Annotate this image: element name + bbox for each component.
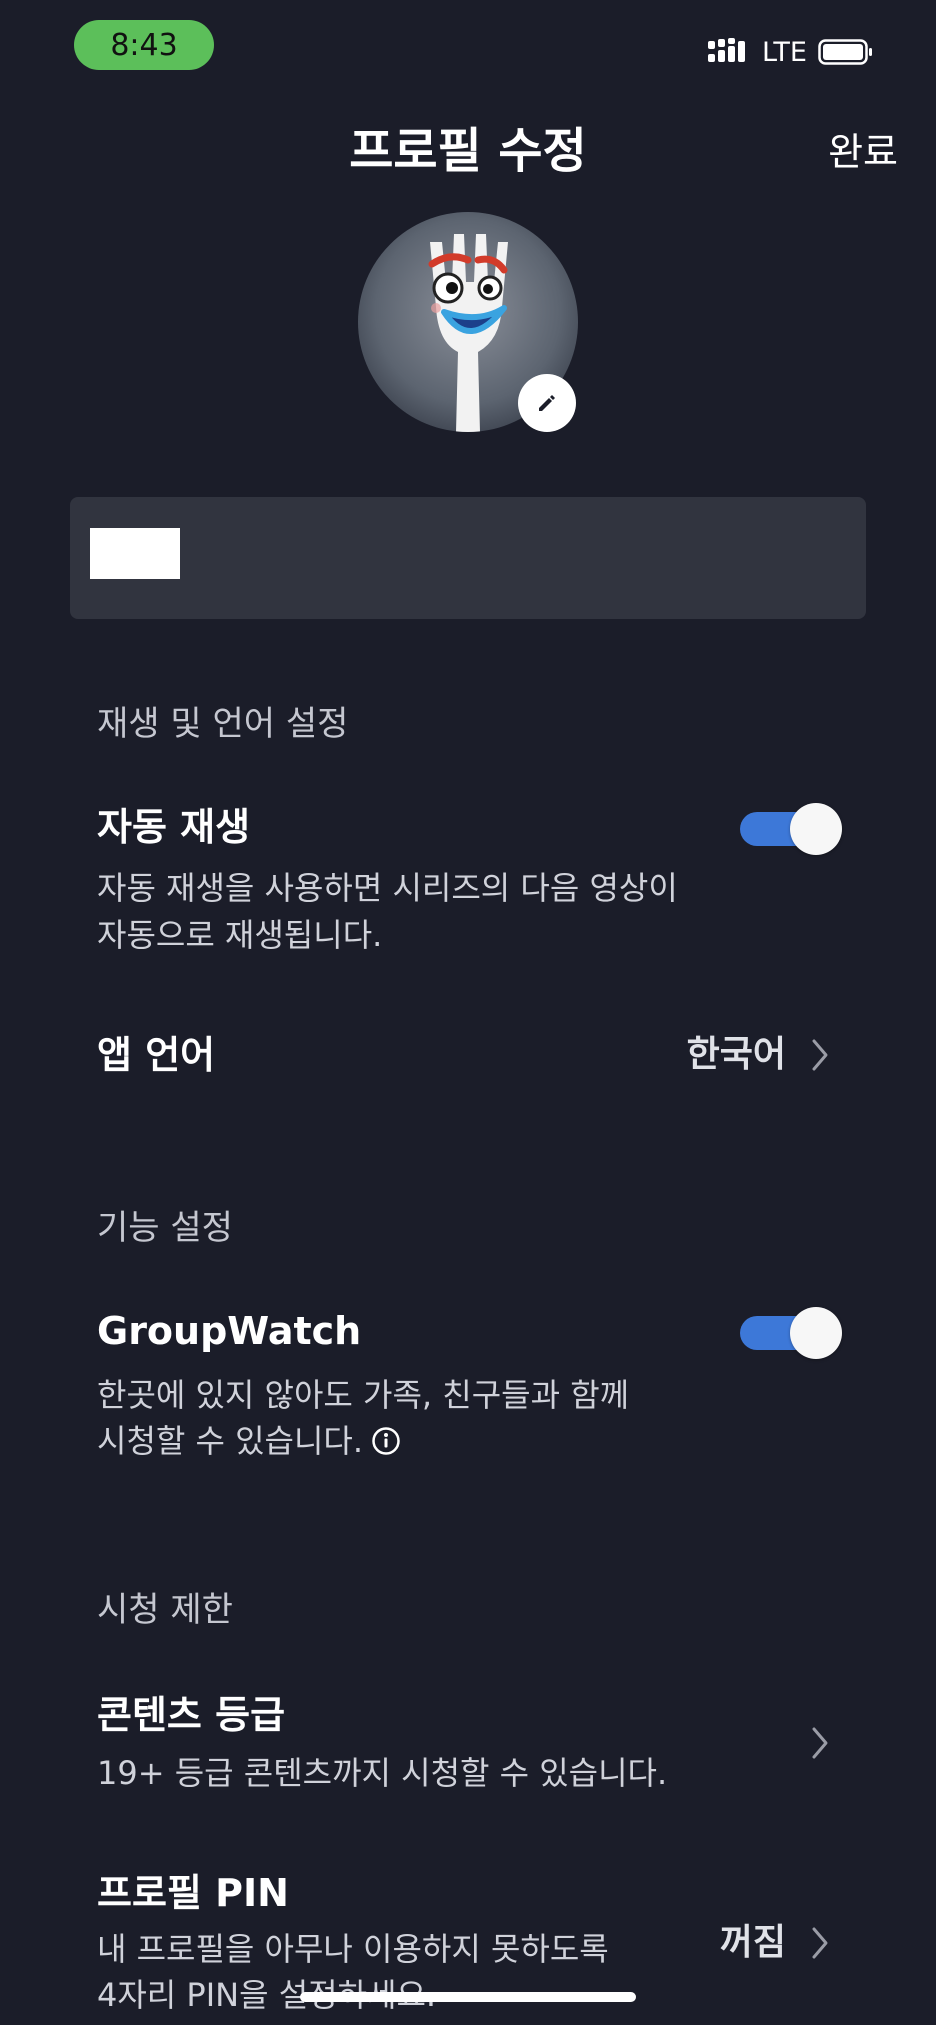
chevron-right-icon <box>812 1727 828 1759</box>
info-icon[interactable] <box>371 1426 401 1456</box>
edit-avatar-button[interactable] <box>518 374 576 432</box>
signal-icon <box>708 38 745 62</box>
profile-pin-description-line1: 내 프로필을 아무나 이용하지 못하도록 <box>97 1930 609 1968</box>
profile-pin-value: 꺼짐 <box>719 1922 786 1963</box>
done-button[interactable]: 완료 <box>828 126 898 178</box>
home-indicator[interactable] <box>300 1992 636 2002</box>
profile-pin-title: 프로필 PIN <box>97 1871 289 1915</box>
groupwatch-description-line2: 시청할 수 있습니다. <box>97 1422 364 1460</box>
profile-name-value <box>90 528 180 579</box>
app-language-value: 한국어 <box>686 1034 786 1075</box>
status-time: 8:43 <box>74 20 214 70</box>
groupwatch-description-line1: 한곳에 있지 않아도 가족, 친구들과 함께 <box>97 1376 630 1414</box>
app-language-title: 앱 언어 <box>97 1033 216 1077</box>
groupwatch-toggle[interactable] <box>740 1307 842 1359</box>
autoplay-description-line1: 자동 재생을 사용하면 시리즈의 다음 영상이 <box>97 869 678 907</box>
pencil-icon <box>539 395 555 411</box>
autoplay-toggle[interactable] <box>740 803 842 855</box>
autoplay-description-line2: 자동으로 재생됩니다. <box>97 916 383 954</box>
autoplay-title: 자동 재생 <box>97 805 251 849</box>
section-header-restrictions: 시청 제한 <box>97 1590 233 1630</box>
chevron-right-icon <box>812 1927 828 1959</box>
page-title: 프로필 수정 <box>349 123 587 179</box>
profile-name-field[interactable] <box>70 497 866 619</box>
content-rating-description: 19+ 등급 콘텐츠까지 시청할 수 있습니다. <box>97 1754 668 1792</box>
section-header-playback: 재생 및 언어 설정 <box>97 704 349 744</box>
battery-icon <box>818 39 872 65</box>
network-type: LTE <box>762 37 807 68</box>
section-header-features: 기능 설정 <box>97 1208 233 1248</box>
groupwatch-description-line2-wrap: 시청할 수 있습니다. <box>97 1418 737 1464</box>
chevron-right-icon <box>812 1039 828 1071</box>
groupwatch-title: GroupWatch <box>97 1309 362 1353</box>
content-rating-title: 콘텐츠 등급 <box>97 1693 286 1737</box>
